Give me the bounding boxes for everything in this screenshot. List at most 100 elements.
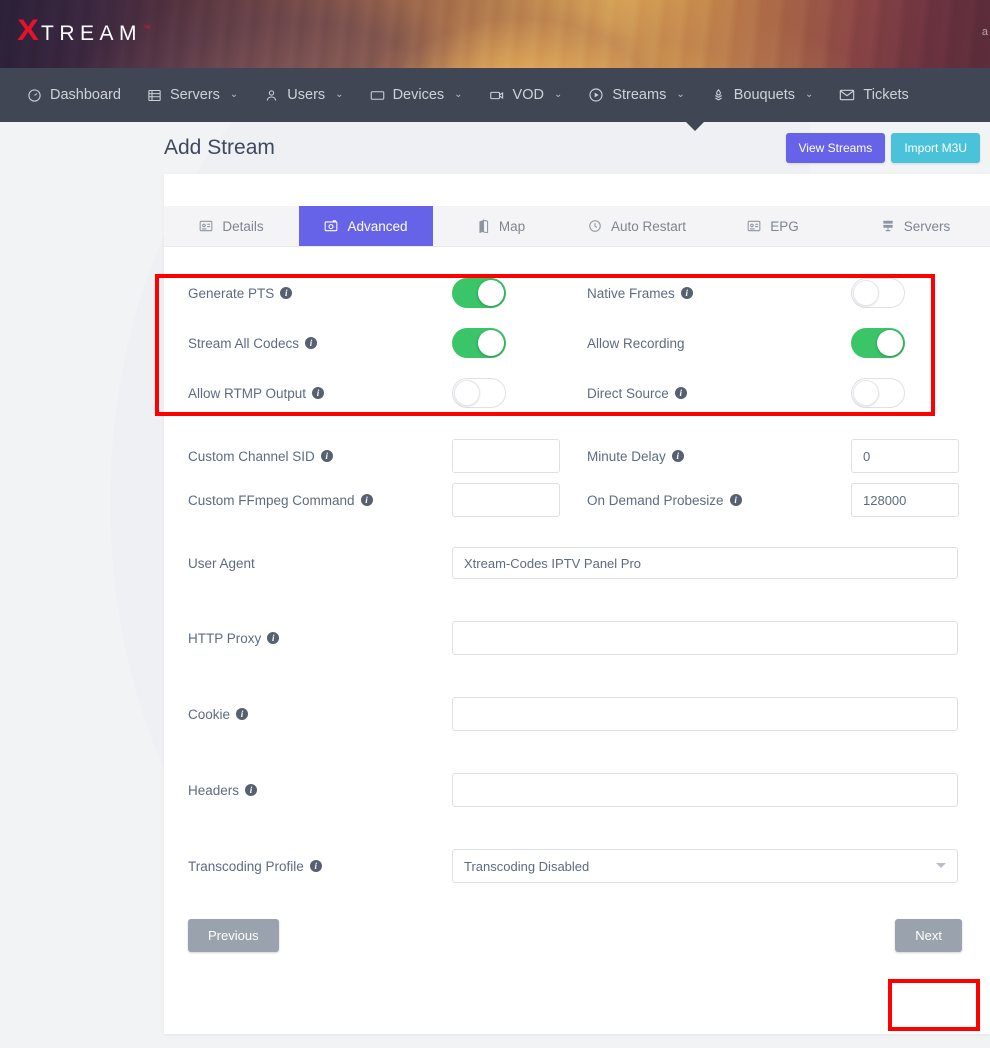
toggle-stream-all-codecs[interactable]: [452, 328, 506, 358]
headers-input[interactable]: [452, 773, 958, 807]
toggle-allow-rtmp-output[interactable]: [452, 378, 506, 408]
info-icon[interactable]: i: [675, 387, 687, 399]
label-allow-rtmp-output: Allow RTMP Output i: [188, 386, 452, 401]
tab-map[interactable]: Map: [433, 206, 569, 246]
label-transcoding-profile: Transcoding Profile i: [188, 859, 452, 874]
nav-label-vod: VOD: [513, 87, 544, 103]
http-proxy-input[interactable]: [452, 621, 958, 655]
nav-item-bouquets[interactable]: Bouquets ⌄: [698, 68, 827, 122]
nav-label-users: Users: [287, 87, 325, 103]
info-icon[interactable]: i: [236, 708, 248, 720]
nav-label-dashboard: Dashboard: [50, 87, 121, 103]
label-text-custom-ffmpeg-command: Custom FFmpeg Command: [188, 493, 355, 508]
toggle-knob: [454, 380, 480, 406]
tab-label-epg: EPG: [770, 219, 799, 234]
toggle-direct-source[interactable]: [851, 378, 905, 408]
info-icon[interactable]: i: [312, 387, 324, 399]
view-streams-button[interactable]: View Streams: [786, 133, 886, 163]
nav-item-devices[interactable]: Devices ⌄: [357, 68, 476, 122]
row-http-proxy: HTTP Proxy i: [188, 621, 962, 655]
label-cookie: Cookie i: [188, 707, 452, 722]
custom-channel-sid-input[interactable]: [452, 439, 560, 473]
stream-form-card: Details Advanced: [164, 174, 990, 1034]
chevron-down-icon: ⌄: [676, 90, 684, 100]
tab-auto-restart[interactable]: Auto Restart: [569, 206, 705, 246]
label-stream-all-codecs: Stream All Codecs i: [188, 336, 452, 351]
nav-item-tickets[interactable]: Tickets: [826, 68, 921, 122]
label-text-http-proxy: HTTP Proxy: [188, 631, 261, 646]
info-icon[interactable]: i: [361, 494, 373, 506]
control-native-frames: [851, 278, 986, 308]
nav-item-streams[interactable]: Streams ⌄: [575, 68, 697, 122]
tab-label-advanced: Advanced: [347, 219, 407, 234]
row-user-agent: User Agent: [188, 547, 962, 579]
info-icon[interactable]: i: [245, 784, 257, 796]
cookie-input[interactable]: [452, 697, 958, 731]
transcoding-profile-select[interactable]: Transcoding Disabled: [452, 849, 958, 883]
servers-icon: [147, 88, 162, 103]
nav-label-bouquets: Bouquets: [734, 87, 795, 103]
info-icon[interactable]: i: [280, 287, 292, 299]
minute-delay-input[interactable]: [851, 439, 959, 473]
logo-trademark: ™: [143, 24, 151, 33]
control-on-demand-probesize: [851, 483, 986, 517]
logo-wordmark: TREAM: [41, 23, 142, 44]
label-text-direct-source: Direct Source: [587, 386, 669, 401]
row-custom-ffmpeg-command: Custom FFmpeg Command i On Demand Probes…: [188, 483, 962, 517]
row-cookie: Cookie i: [188, 697, 962, 731]
control-generate-pts: [452, 278, 587, 308]
transcoding-profile-select-wrap: Transcoding Disabled: [452, 849, 958, 883]
main-navigation: Dashboard Servers ⌄ Users ⌄ Devices ⌄: [0, 68, 990, 122]
tab-label-map: Map: [499, 219, 525, 234]
info-icon[interactable]: i: [305, 337, 317, 349]
next-button[interactable]: Next: [895, 919, 962, 952]
toggle-generate-pts[interactable]: [452, 278, 506, 308]
users-icon: [264, 88, 279, 103]
chevron-down-icon: ⌄: [335, 90, 343, 100]
custom-ffmpeg-command-input[interactable]: [452, 483, 560, 517]
on-demand-probesize-input[interactable]: [851, 483, 959, 517]
control-custom-channel-sid: [452, 439, 587, 473]
tab-label-details: Details: [222, 219, 263, 234]
chevron-down-icon: ⌄: [454, 90, 462, 100]
control-allow-rtmp-output: [452, 378, 587, 408]
tab-details[interactable]: Details: [164, 206, 299, 246]
label-minute-delay: Minute Delay i: [587, 449, 851, 464]
tab-label-servers: Servers: [904, 219, 951, 234]
info-icon[interactable]: i: [681, 287, 693, 299]
xtream-logo[interactable]: X TREAM ™: [18, 16, 151, 46]
info-icon[interactable]: i: [321, 450, 333, 462]
info-icon[interactable]: i: [730, 494, 742, 506]
info-icon[interactable]: i: [267, 632, 279, 644]
label-text-stream-all-codecs: Stream All Codecs: [188, 336, 299, 351]
epg-icon: [747, 219, 761, 233]
nav-label-tickets: Tickets: [863, 87, 908, 103]
import-m3u-button[interactable]: Import M3U: [891, 133, 980, 163]
chevron-down-icon: ⌄: [230, 90, 238, 100]
info-icon[interactable]: i: [310, 860, 322, 872]
previous-button[interactable]: Previous: [188, 919, 279, 952]
label-text-transcoding-profile: Transcoding Profile: [188, 859, 304, 874]
transcoding-profile-value: Transcoding Disabled: [464, 859, 589, 874]
tab-servers[interactable]: Servers: [841, 206, 990, 246]
nav-item-dashboard[interactable]: Dashboard: [14, 68, 134, 122]
user-agent-input[interactable]: [452, 547, 958, 579]
nav-item-vod[interactable]: VOD ⌄: [476, 68, 576, 122]
label-text-minute-delay: Minute Delay: [587, 449, 666, 464]
toggle-native-frames[interactable]: [851, 278, 905, 308]
info-icon[interactable]: i: [672, 450, 684, 462]
tab-epg[interactable]: EPG: [705, 206, 841, 246]
tab-advanced[interactable]: Advanced: [299, 206, 433, 246]
map-icon: [477, 219, 490, 233]
nav-item-users[interactable]: Users ⌄: [251, 68, 356, 122]
label-text-headers: Headers: [188, 783, 239, 798]
control-direct-source: [851, 378, 986, 408]
label-custom-ffmpeg-command: Custom FFmpeg Command i: [188, 493, 452, 508]
tickets-icon: [839, 88, 855, 102]
nav-label-servers: Servers: [170, 87, 220, 103]
control-custom-ffmpeg-command: [452, 483, 587, 517]
active-nav-pointer: [686, 122, 704, 131]
toggle-allow-recording[interactable]: [851, 328, 905, 358]
toggle-knob: [478, 280, 504, 306]
nav-item-servers[interactable]: Servers ⌄: [134, 68, 251, 122]
